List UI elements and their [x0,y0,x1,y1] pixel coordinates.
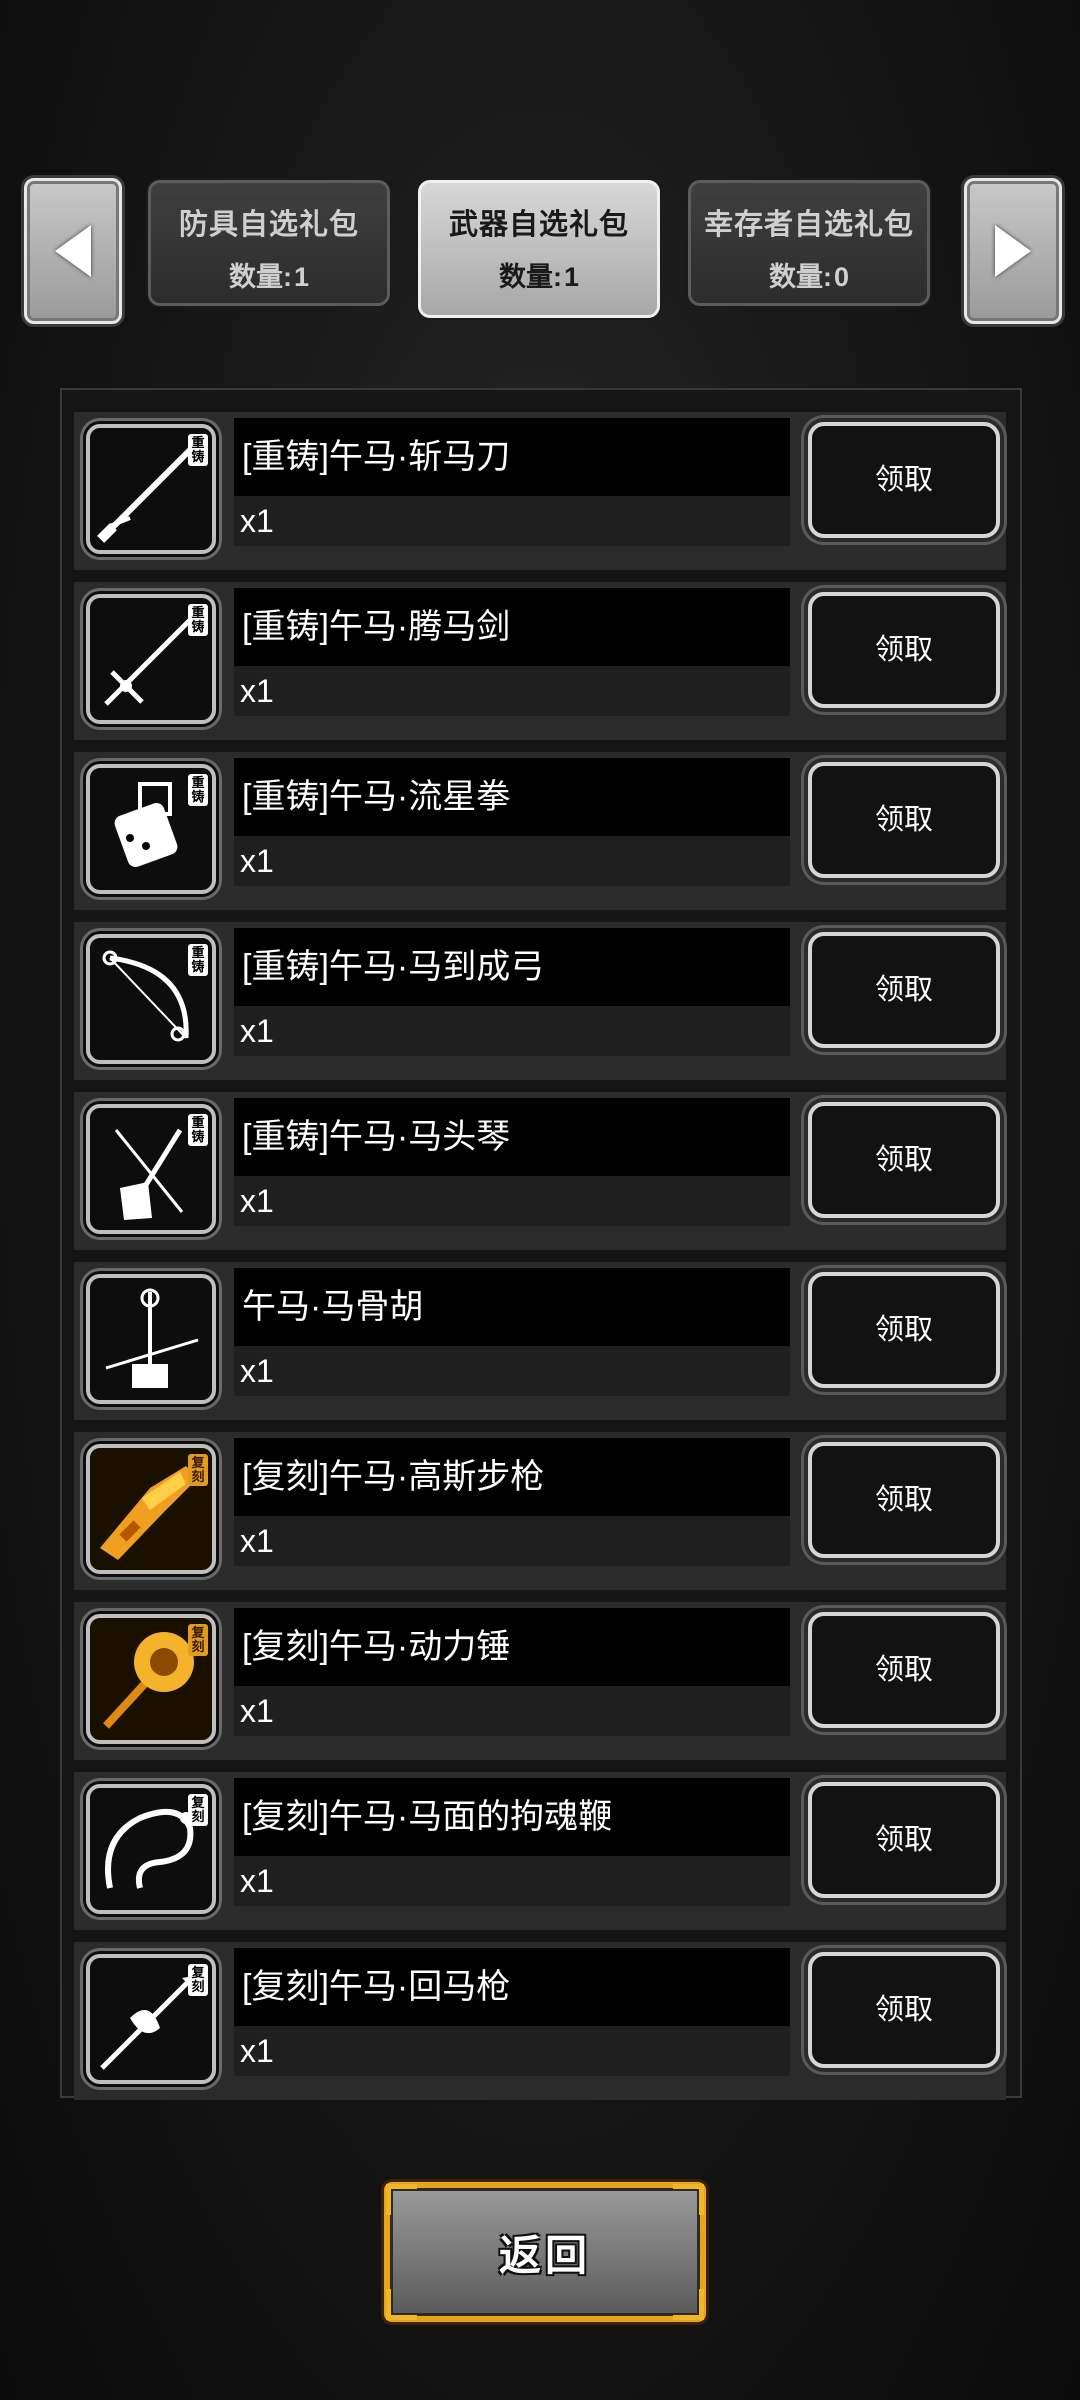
fiddle-icon: 重铸 [86,1104,216,1234]
item-name: [重铸]午马·马到成弓 [234,928,790,1006]
item-name: [复刻]午马·马面的拘魂鞭 [234,1778,790,1856]
claim-button[interactable]: 领取 [808,1102,1000,1218]
bow-icon: 重铸 [86,934,216,1064]
claim-button[interactable]: 领取 [808,932,1000,1048]
item-qty: x1 [234,1686,790,1736]
item-name: [复刻]午马·回马枪 [234,1948,790,2026]
claim-button[interactable]: 领取 [808,1612,1000,1728]
reward-list-panel: 重铸 [重铸]午马·斩马刀 x1 领取 重铸 [重铸]午马·腾马剑 x1 领取 … [60,388,1022,2100]
erhu-icon [86,1274,216,1404]
next-tab-button[interactable] [964,178,1062,324]
tab-title: 防具自选礼包 [178,209,359,241]
list-item: 重铸 [重铸]午马·流星拳 x1 领取 [74,752,1006,910]
item-qty: x1 [234,1176,790,1226]
tab-armor-pack[interactable]: 防具自选礼包 数量:1 [148,180,390,306]
item-qty: x1 [234,496,790,546]
claim-button[interactable]: 领取 [808,592,1000,708]
chevron-left-icon [55,225,91,277]
tab-title: 武器自选礼包 [448,209,629,241]
item-name: [重铸]午马·马头琴 [234,1098,790,1176]
claim-button[interactable]: 领取 [808,1952,1000,2068]
item-qty: x1 [234,2026,790,2076]
hammer-icon: 复刻 [86,1614,216,1744]
tab-count: 数量:1 [498,262,580,292]
list-item: 重铸 [重铸]午马·腾马剑 x1 领取 [74,582,1006,740]
list-item: 午马·马骨胡 x1 领取 [74,1262,1006,1420]
list-item: 复刻 [复刻]午马·马面的拘魂鞭 x1 领取 [74,1772,1006,1930]
item-name: [重铸]午马·流星拳 [234,758,790,836]
tab-title: 幸存者自选礼包 [703,209,914,241]
prev-tab-button[interactable] [24,178,122,324]
corner-ornament [673,2184,704,2215]
corner-ornament [386,2289,417,2320]
whip-icon: 复刻 [86,1784,216,1914]
tab-count: 数量:0 [768,262,850,292]
item-name: 午马·马骨胡 [234,1268,790,1346]
item-tag: 复刻 [188,1964,208,1996]
item-tag: 重铸 [188,774,208,806]
item-tag: 复刻 [188,1624,208,1656]
list-item: 重铸 [重铸]午马·马到成弓 x1 领取 [74,922,1006,1080]
item-name: [复刻]午马·高斯步枪 [234,1438,790,1516]
corner-ornament [673,2289,704,2320]
list-item: 重铸 [重铸]午马·马头琴 x1 领取 [74,1092,1006,1250]
item-name: [重铸]午马·斩马刀 [234,418,790,496]
list-item: 复刻 [复刻]午马·回马枪 x1 领取 [74,1942,1006,2100]
spear-icon: 复刻 [86,1954,216,2084]
claim-button[interactable]: 领取 [808,1442,1000,1558]
item-tag: 重铸 [188,1114,208,1146]
list-item: 复刻 [复刻]午马·高斯步枪 x1 领取 [74,1432,1006,1590]
list-item: 重铸 [重铸]午马·斩马刀 x1 领取 [74,412,1006,570]
item-qty: x1 [234,1516,790,1566]
item-qty: x1 [234,666,790,716]
item-tag: 重铸 [188,944,208,976]
tab-count: 数量:1 [228,262,310,292]
item-tag: 复刻 [188,1454,208,1486]
sword-icon: 重铸 [86,594,216,724]
item-qty: x1 [234,836,790,886]
rifle-icon: 复刻 [86,1444,216,1574]
tab-survivor-pack[interactable]: 幸存者自选礼包 数量:0 [688,180,930,306]
gauntlet-icon: 重铸 [86,764,216,894]
chevron-right-icon [995,225,1031,277]
item-qty: x1 [234,1346,790,1396]
claim-button[interactable]: 领取 [808,762,1000,878]
claim-button[interactable]: 领取 [808,1272,1000,1388]
item-qty: x1 [234,1856,790,1906]
item-name: [复刻]午马·动力锤 [234,1608,790,1686]
item-tag: 重铸 [188,434,208,466]
tab-weapon-pack[interactable]: 武器自选礼包 数量:1 [418,180,660,318]
back-button[interactable]: 返回 [384,2182,706,2322]
back-button-label: 返回 [498,2231,591,2279]
item-tag: 重铸 [188,604,208,636]
item-qty: x1 [234,1006,790,1056]
item-name: [重铸]午马·腾马剑 [234,588,790,666]
corner-ornament [386,2184,417,2215]
list-item: 复刻 [复刻]午马·动力锤 x1 领取 [74,1602,1006,1760]
blade-icon: 重铸 [86,424,216,554]
claim-button[interactable]: 领取 [808,422,1000,538]
claim-button[interactable]: 领取 [808,1782,1000,1898]
item-tag: 复刻 [188,1794,208,1826]
